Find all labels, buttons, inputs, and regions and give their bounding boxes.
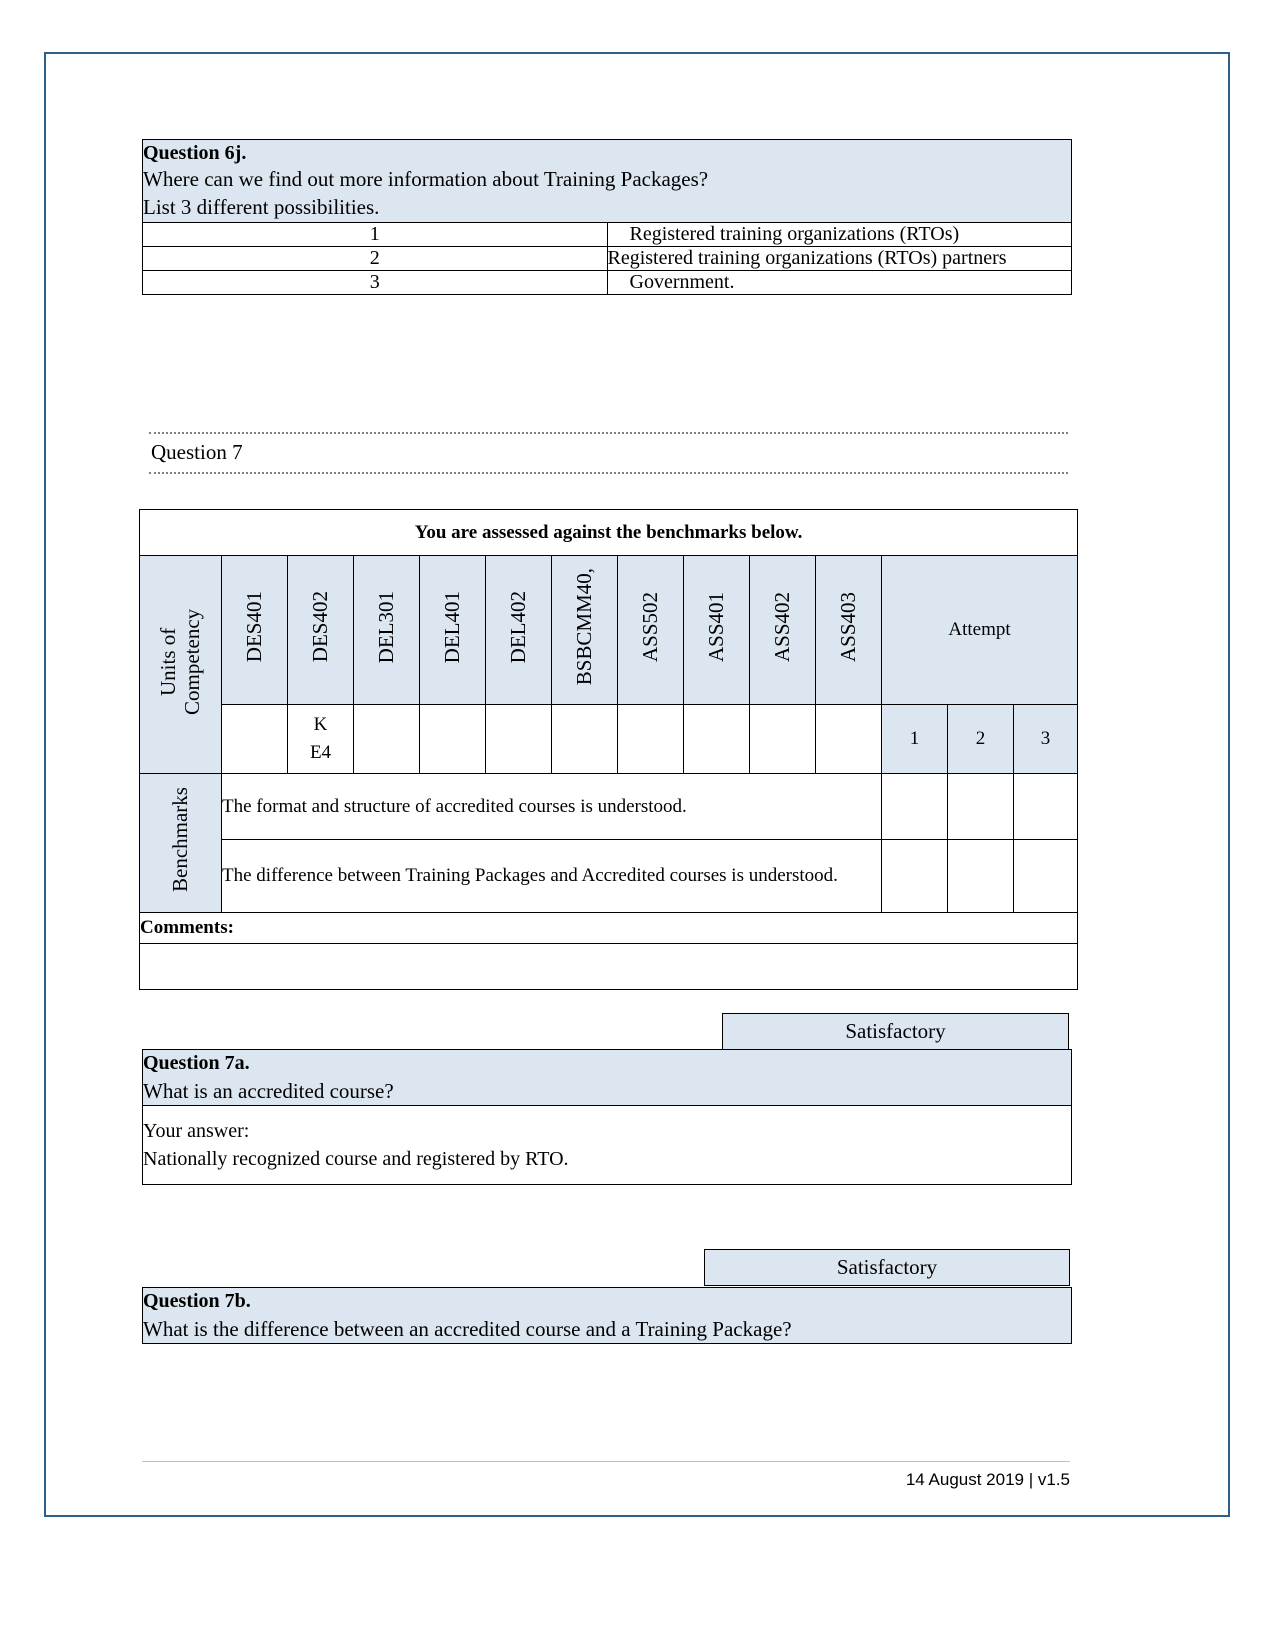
units-of-competency-label: Units of Competency — [156, 608, 205, 715]
answer-label: Your answer: — [143, 1119, 250, 1142]
benchmark-2-attempt-1-cell[interactable] — [881, 839, 948, 913]
question-6j-header-row: Question 6j. Where can we find out more … — [142, 139, 1072, 223]
unit-code-header-del401: DEL401 — [419, 555, 486, 705]
benchmarks-label-cell: Benchmarks — [139, 773, 222, 913]
question-6j-row-number: 1 — [142, 221, 608, 247]
benchmark-1-attempt-3-cell[interactable] — [1012, 773, 1079, 840]
table-row: 3 Government. — [142, 269, 1072, 295]
question-6j-header-cell: Question 6j. Where can we find out more … — [142, 139, 1072, 223]
code-cell-del301[interactable] — [353, 704, 420, 774]
comments-blank-row — [138, 943, 1079, 990]
unit-code-text: ASS401 — [704, 591, 728, 663]
benchmarks-code-row: K E4 1 2 3 — [140, 704, 1079, 774]
question-7a-answer-cell[interactable]: Your answer: Nationally recognized cours… — [142, 1104, 1072, 1185]
benchmarks-unit-header-row: Units of Competency DES401 DES402 DEL301… — [139, 555, 1079, 774]
unit-code-text: BSBCMM40, — [572, 568, 596, 686]
benchmark-1-attempt-1-cell[interactable] — [881, 773, 948, 840]
benchmark-row-2: The difference between Training Packages… — [140, 839, 1079, 913]
code-cell-ass502[interactable] — [617, 704, 684, 774]
footer-divider — [142, 1461, 1070, 1462]
table-row: 1 Registered training organizations (RTO… — [142, 221, 1072, 247]
question-7a-block: Question 7a. What is an accredited cours… — [142, 1049, 1072, 1185]
question-7-heading: Question 7 — [149, 432, 1068, 474]
benchmark-text-1: The format and structure of accredited c… — [221, 773, 882, 840]
unit-code-text: DEL301 — [374, 590, 398, 664]
question-6j-row-answer[interactable]: Registered training organizations (RTOs) — [606, 221, 1072, 247]
benchmarks-block: You are assessed against the benchmarks … — [138, 509, 1079, 990]
question-7b-table: Question 7b. What is the difference betw… — [142, 1287, 1072, 1344]
code-cell-del401[interactable] — [419, 704, 486, 774]
question-7a-prompt: What is an accredited course? — [143, 1078, 394, 1103]
question-6j-row-number: 3 — [142, 269, 608, 295]
benchmark-row-1: Benchmarks The format and structure of a… — [139, 773, 1079, 913]
unit-code-text: ASS402 — [770, 591, 794, 663]
attempt-header: Attempt — [880, 555, 1079, 705]
status-badge-7b: Satisfactory — [704, 1249, 1070, 1286]
unit-code-header-ass401: ASS401 — [683, 555, 750, 705]
attempt-number-2: 2 — [947, 704, 1014, 774]
answer-text[interactable]: Nationally recognized course and registe… — [143, 1145, 1071, 1173]
unit-code-text: DES402 — [308, 591, 332, 663]
benchmark-2-attempt-2-cell[interactable] — [947, 839, 1014, 913]
code-cell-ass401[interactable] — [683, 704, 750, 774]
code-cell-ass403[interactable] — [815, 704, 882, 774]
question-7b-header-cell: Question 7b. What is the difference betw… — [142, 1287, 1072, 1344]
table-row: 2 Registered training organizations (RTO… — [142, 245, 1072, 271]
unit-code-header-ass502: ASS502 — [617, 555, 684, 705]
benchmark-text-2: The difference between Training Packages… — [221, 839, 882, 913]
question-7b-prompt: What is the difference between an accred… — [143, 1316, 792, 1341]
question-6j-row-answer[interactable]: Registered training organizations (RTOs)… — [606, 245, 1072, 271]
benchmarks-title-row: You are assessed against the benchmarks … — [138, 509, 1079, 556]
benchmarks-table: You are assessed against the benchmarks … — [138, 509, 1079, 990]
unit-code-text: ASS403 — [836, 591, 860, 663]
status-badge-7a: Satisfactory — [722, 1013, 1069, 1050]
unit-code-header-des401: DES401 — [221, 555, 288, 705]
question-7b-header-row: Question 7b. What is the difference betw… — [142, 1287, 1072, 1344]
benchmarks-title: You are assessed against the benchmarks … — [138, 509, 1079, 556]
unit-code-header-del301: DEL301 — [353, 555, 420, 705]
attempt-number-1: 1 — [881, 704, 948, 774]
attempt-number-3: 3 — [1012, 704, 1079, 774]
question-6j-title: Question 6j. — [143, 142, 247, 164]
question-6j-prompt-line-1: Where can we find out more information a… — [143, 167, 709, 192]
question-6j-table: Question 6j. Where can we find out more … — [142, 139, 1072, 295]
unit-code-header-del402: DEL402 — [485, 555, 552, 705]
unit-code-text: ASS502 — [638, 591, 662, 663]
code-cell-bsbcmm40[interactable] — [551, 704, 618, 774]
code-cell-des402[interactable]: K E4 — [287, 704, 354, 774]
comments-row: Comments: — [138, 912, 1079, 944]
units-of-competency-label-cell: Units of Competency — [139, 555, 222, 774]
code-cell-des401[interactable] — [221, 704, 288, 774]
unit-code-text: DEL402 — [506, 590, 530, 664]
unit-code-header-ass402: ASS402 — [749, 555, 816, 705]
question-7a-header-cell: Question 7a. What is an accredited cours… — [142, 1049, 1072, 1106]
unit-code-text: DES401 — [242, 591, 266, 663]
unit-code-text: DEL401 — [440, 590, 464, 664]
unit-code-header-ass403: ASS403 — [815, 555, 882, 705]
question-7b-title: Question 7b. — [143, 1290, 251, 1312]
question-7a-title: Question 7a. — [143, 1052, 250, 1074]
comments-input-area[interactable] — [138, 943, 1079, 990]
footer-version-text: 14 August 2019 | v1.5 — [905, 1470, 1070, 1489]
question-7b-block: Question 7b. What is the difference betw… — [142, 1287, 1072, 1344]
benchmark-2-attempt-3-cell[interactable] — [1012, 839, 1079, 913]
question-7a-header-row: Question 7a. What is an accredited cours… — [142, 1049, 1072, 1106]
question-6j-row-number: 2 — [142, 245, 608, 271]
question-6j-prompt-line-2: List 3 different possibilities. — [143, 195, 380, 220]
question-6j-row-answer[interactable]: Government. — [606, 269, 1072, 295]
code-cell-del402[interactable] — [485, 704, 552, 774]
code-cell-ass402[interactable] — [749, 704, 816, 774]
benchmarks-label: Benchmarks — [168, 787, 193, 893]
comments-label: Comments: — [138, 912, 1079, 944]
unit-code-header-des402: DES402 — [287, 555, 354, 705]
question-6j-block: Question 6j. Where can we find out more … — [142, 139, 1072, 295]
question-7a-table: Question 7a. What is an accredited cours… — [142, 1049, 1072, 1185]
question-7a-answer-row: Your answer: Nationally recognized cours… — [142, 1104, 1072, 1185]
unit-code-header-bsbcmm40: BSBCMM40, — [551, 555, 618, 705]
benchmark-1-attempt-2-cell[interactable] — [947, 773, 1014, 840]
document-page: Question 6j. Where can we find out more … — [0, 0, 1275, 1651]
